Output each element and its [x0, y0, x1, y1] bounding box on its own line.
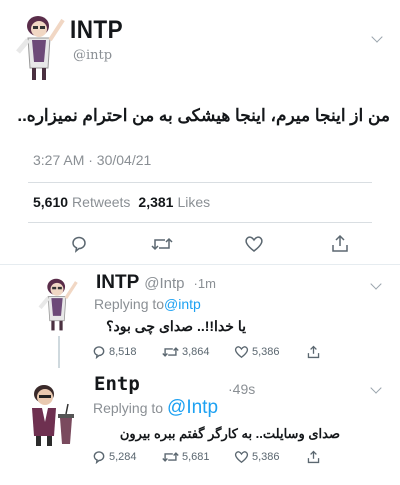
user-handle[interactable]: @intp — [73, 48, 112, 63]
tweet-text: من از اینجا میرم، اینجا هیشکی به من احتر… — [17, 106, 390, 125]
retweet-count-value: 5,681 — [182, 451, 210, 463]
avatar[interactable] — [8, 10, 70, 82]
like-icon — [234, 346, 249, 359]
share-icon[interactable] — [331, 234, 349, 253]
reply-count-value: 8,518 — [109, 346, 137, 358]
replying-to: Replying to @Intp — [93, 397, 218, 419]
replying-handle[interactable]: @intp — [164, 296, 201, 312]
chevron-down-icon[interactable] — [371, 31, 383, 43]
retweet-icon — [162, 452, 179, 462]
display-name[interactable]: INTP — [96, 272, 139, 294]
chevron-down-icon[interactable] — [370, 278, 382, 290]
replying-handle[interactable]: @Intp — [167, 397, 218, 419]
like-icon[interactable] — [244, 235, 264, 253]
reply-icon[interactable] — [70, 235, 88, 253]
replying-to: Replying to @intp — [94, 296, 201, 312]
reply-count-value: 5,284 — [109, 451, 137, 463]
like-icon — [234, 451, 249, 464]
retweet-icon[interactable] — [151, 235, 173, 253]
like-count-value: 5,386 — [252, 451, 280, 463]
tweet-text: صدای وسایلت.. به کارگر گفتم ببره بیرون — [119, 426, 340, 441]
tweet-text: یا خدا!!.. صدای چی بود؟ — [106, 318, 246, 334]
avatar[interactable] — [32, 272, 82, 334]
like-count[interactable]: 5,386 — [234, 345, 280, 359]
chevron-down-icon[interactable] — [370, 382, 382, 394]
like-count-value: 5,386 — [252, 346, 280, 358]
share-icon[interactable] — [307, 450, 320, 464]
reply-icon — [93, 346, 105, 359]
divider — [28, 182, 372, 183]
display-name[interactable]: INTP — [70, 16, 123, 45]
divider — [0, 264, 400, 265]
reply-header: INTP @Intp ·1m — [96, 272, 216, 294]
retweets-count[interactable]: 5,610 — [33, 194, 68, 210]
retweet-count[interactable]: 5,681 — [162, 450, 210, 464]
reply-time[interactable]: ·1m — [194, 276, 216, 291]
like-count[interactable]: 5,386 — [234, 450, 280, 464]
retweet-icon — [162, 347, 179, 357]
retweet-count[interactable]: 3,864 — [162, 345, 210, 359]
display-name[interactable]: Entp — [94, 373, 140, 395]
likes-label[interactable]: Likes — [177, 194, 210, 210]
reply-icon — [93, 451, 105, 464]
reply-count[interactable]: 8,518 — [92, 345, 137, 359]
retweets-label[interactable]: Retweets — [72, 194, 130, 210]
thread-line — [58, 336, 60, 368]
reply-count[interactable]: 5,284 — [92, 450, 137, 464]
likes-count[interactable]: 2,381 — [138, 194, 173, 210]
replying-label: Replying to — [94, 296, 165, 312]
divider — [28, 222, 372, 223]
replying-label: Replying to — [93, 400, 164, 416]
tweet-timestamp[interactable]: 3:27 AM · 30/04/21 — [33, 152, 151, 168]
avatar[interactable] — [24, 380, 82, 448]
tweet-stats: 5,610 Retweets 2,381 Likes — [33, 194, 210, 210]
reply-time[interactable]: ·49s — [228, 381, 255, 397]
user-handle[interactable]: @Intp — [144, 275, 184, 292]
retweet-count-value: 3,864 — [182, 346, 210, 358]
share-icon[interactable] — [307, 345, 320, 359]
